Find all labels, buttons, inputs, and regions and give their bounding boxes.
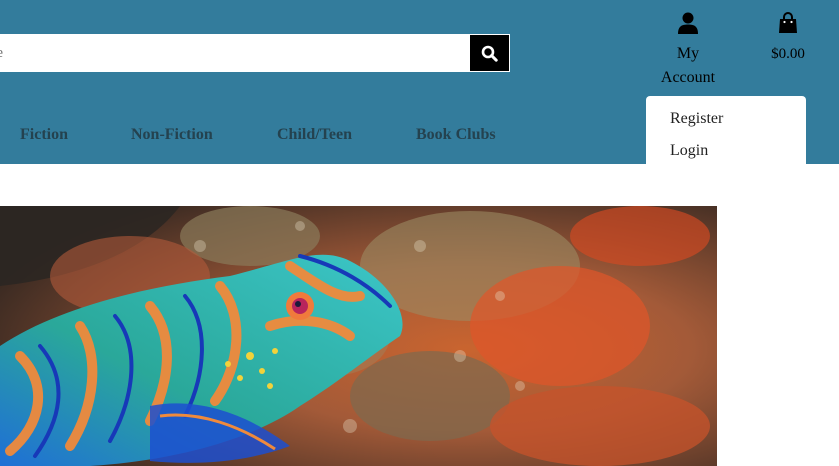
search-input[interactable]: [0, 34, 469, 72]
bag-total: $0.00: [771, 46, 805, 62]
account-label-line2: Account: [660, 69, 716, 86]
search-icon: [481, 45, 498, 62]
mandarin-fish-image: [0, 206, 717, 466]
nav-item-non-fiction[interactable]: Non-Fiction: [131, 126, 213, 144]
user-icon: [678, 12, 698, 34]
shopping-bag-link[interactable]: $0.00: [760, 12, 816, 66]
login-link[interactable]: Login: [670, 142, 708, 160]
account-label: My Account: [652, 42, 724, 90]
shopping-bag-icon: [779, 12, 797, 33]
account-dropdown-menu: Register Login: [646, 96, 806, 164]
nav-item-child-teen[interactable]: Child/Teen: [277, 126, 352, 144]
my-account-link[interactable]: My Account: [652, 12, 724, 90]
nav-item-fiction[interactable]: Fiction: [20, 126, 68, 144]
search-button[interactable]: [469, 34, 510, 72]
register-link[interactable]: Register: [670, 110, 723, 128]
account-label-line1: My: [676, 45, 700, 62]
site-header: My Account $0.00 Fiction Non-Fiction Chi…: [0, 0, 839, 164]
hero-image: [0, 206, 717, 466]
nav-item-book-clubs[interactable]: Book Clubs: [416, 126, 496, 144]
